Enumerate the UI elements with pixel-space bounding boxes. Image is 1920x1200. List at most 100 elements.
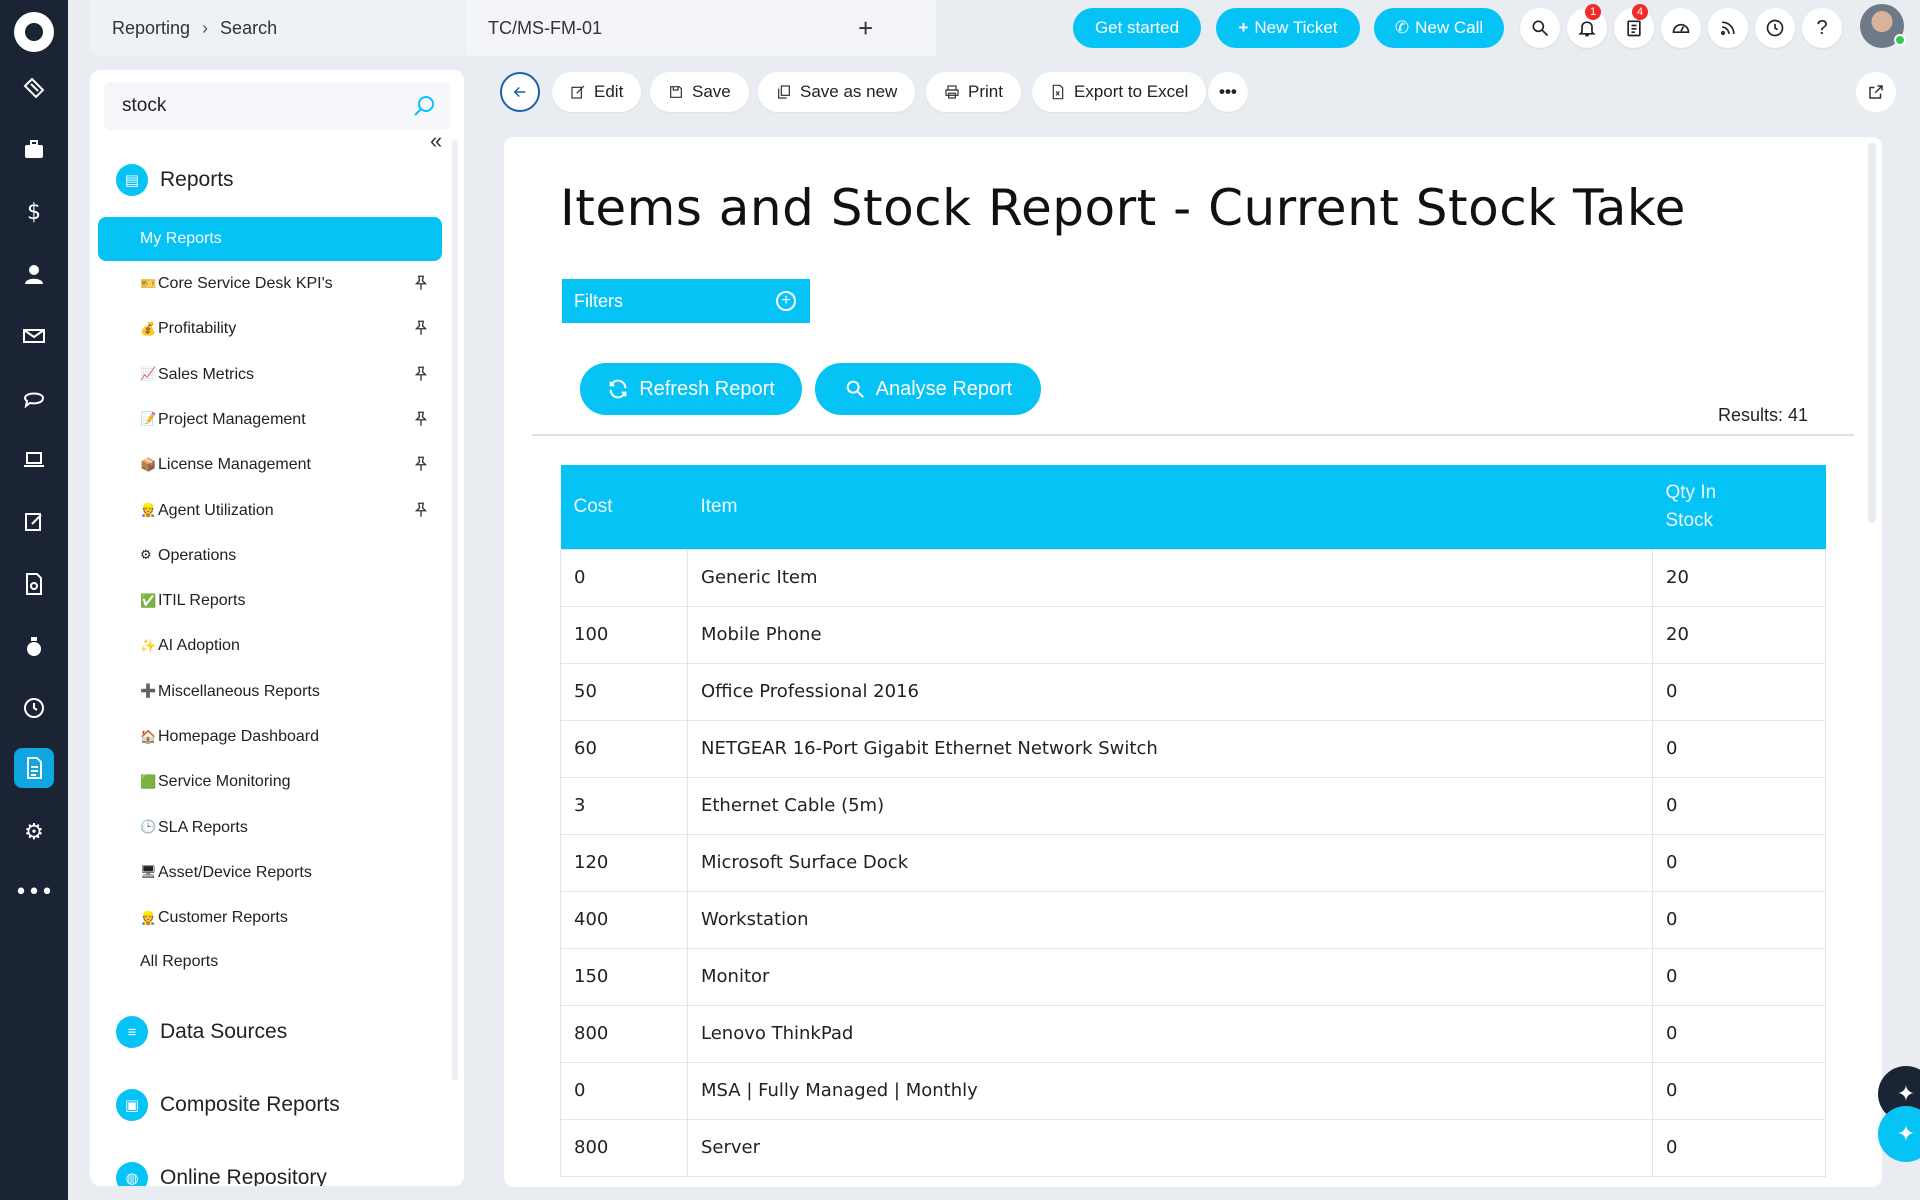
pin-icon[interactable] [412,365,430,383]
dollar-icon[interactable]: $ [14,192,54,232]
sidebar-item-my-reports[interactable]: My Reports [98,217,442,261]
table-row[interactable]: 120 Microsoft Surface Dock 0 [560,833,1826,892]
notifications-button[interactable]: 1 [1567,4,1607,48]
document-search-icon[interactable] [14,564,54,604]
sidebar-item-report-category[interactable]: 💰 Profitability [140,315,440,343]
sidebar-item-report-category[interactable]: 📦 License Management [140,451,440,479]
column-header-cost[interactable]: Cost [560,465,688,549]
sidebar-item-report-category[interactable]: ⚙ Operations [140,542,440,570]
save-icon [670,86,682,98]
refresh-report-button[interactable]: Refresh Report [580,363,802,415]
pin-icon[interactable] [412,501,430,519]
user-avatar[interactable] [1860,4,1906,48]
sidebar-item-report-category[interactable]: 🟩 Service Monitoring [140,768,440,796]
save-button[interactable]: Save [650,72,749,112]
new-call-button[interactable]: ✆ New Call [1374,8,1504,48]
category-emoji-icon: ➕ [140,684,157,700]
edit-note-icon[interactable] [14,502,54,542]
table-row[interactable]: 400 Workstation 0 [560,890,1826,949]
sidebar-item-report-category[interactable]: 👷 Agent Utilization [140,497,440,525]
data-sources-section[interactable]: ≡ Data Sources [116,1016,287,1048]
table-row[interactable]: 0 MSA | Fully Managed | Monthly 0 [560,1061,1826,1120]
sidebar-item-report-category[interactable]: 🏠 Homepage Dashboard [140,723,440,751]
tickets-icon[interactable] [14,68,54,108]
external-link-icon [1869,85,1883,99]
add-tab-button[interactable]: + [858,13,873,44]
money-bag-icon[interactable] [14,626,54,666]
sidebar-scrollbar[interactable] [452,140,458,1080]
new-ticket-button[interactable]: + New Ticket [1216,8,1360,48]
pin-icon[interactable] [412,410,430,428]
refresh-report-label: Refresh Report [639,377,775,400]
clock-icon[interactable] [14,688,54,728]
help-button[interactable]: ? [1802,8,1842,48]
report-search-input[interactable] [122,92,392,120]
sidebar-item-report-category[interactable]: ✨ AI Adoption [140,632,440,660]
open-in-new-window-button[interactable] [1856,72,1896,112]
briefcase-icon[interactable] [14,130,54,170]
global-search-button[interactable] [1520,8,1560,48]
tasks-button[interactable]: 4 [1614,4,1654,48]
report-scrollbar[interactable] [1868,143,1876,523]
table-row[interactable]: 800 Server 0 [560,1118,1826,1177]
save-label: Save [692,82,731,101]
composite-reports-section[interactable]: ▣ Composite Reports [116,1089,340,1121]
chat-icon[interactable] [14,378,54,418]
dashboard-button[interactable] [1661,8,1701,48]
reports-icon[interactable] [14,748,54,788]
sidebar-item-report-category[interactable]: 📝 Project Management [140,406,440,434]
ai-copilot-button[interactable]: ✦ [1878,1106,1920,1162]
online-repository-section[interactable]: ◍ Online Repository [116,1162,327,1186]
pin-icon[interactable] [412,274,430,292]
search-icon[interactable] [412,94,436,118]
column-header-item[interactable]: Item [687,465,1653,549]
sidebar-item-label: ITIL Reports [158,592,246,610]
breadcrumb-search[interactable]: Search [220,18,277,39]
timesheet-button[interactable] [1755,8,1795,48]
analyse-report-button[interactable]: Analyse Report [815,363,1041,415]
app-logo-icon[interactable] [14,12,54,52]
user-icon[interactable] [14,254,54,294]
print-button[interactable]: Print [926,72,1021,112]
cell-qty: 0 [1652,1061,1826,1120]
reports-section-header[interactable]: ▤ Reports [116,164,234,196]
sidebar-item-all-reports[interactable]: All Reports [140,948,440,976]
sidebar-item-report-category[interactable]: 🕒 SLA Reports [140,814,440,842]
table-row[interactable]: 60 NETGEAR 16-Port Gigabit Ethernet Netwo… [560,719,1826,778]
feed-button[interactable] [1708,8,1748,48]
clipboard-icon [1627,20,1641,37]
more-actions-button[interactable]: ••• [1208,72,1248,112]
cell-item: Workstation [687,890,1653,949]
table-row[interactable]: 800 Lenovo ThinkPad 0 [560,1004,1826,1063]
more-dots-icon[interactable]: ••• [14,872,54,912]
table-row[interactable]: 150 Monitor 0 [560,947,1826,1006]
sidebar-item-report-category[interactable]: 🎫 Core Service Desk KPI's [140,270,440,298]
pin-icon[interactable] [412,319,430,337]
back-button[interactable] [500,72,540,112]
get-started-button[interactable]: Get started [1073,8,1201,48]
sidebar-item-report-category[interactable]: 📈 Sales Metrics [140,361,440,389]
save-as-new-button[interactable]: Save as new [758,72,916,112]
table-row[interactable]: 3 Ethernet Cable (5m) 0 [560,776,1826,835]
sidebar-item-report-category[interactable]: 👷 Customer Reports [140,904,440,932]
mail-icon[interactable] [14,316,54,356]
sidebar-item-report-category[interactable]: 🖥 Asset/Device Reports [140,859,440,887]
settings-gear-icon[interactable]: ⚙ [14,812,54,852]
sidebar-item-report-category[interactable]: ✅ ITIL Reports [140,587,440,615]
export-excel-button[interactable]: Export to Excel [1032,72,1207,112]
sparkle-icon: ✦ [1896,1081,1916,1107]
breadcrumb-reporting[interactable]: Reporting [112,18,190,39]
sidebar-item-report-category[interactable]: ➕ Miscellaneous Reports [140,678,440,706]
table-row[interactable]: 100 Mobile Phone 20 [560,605,1826,664]
table-row[interactable]: 0 Generic Item 20 [560,548,1826,607]
edit-button[interactable]: Edit [552,72,642,112]
cell-cost: 60 [560,719,688,778]
column-header-qty[interactable]: Qty In Stock [1652,465,1826,549]
tab-current[interactable]: TC/MS-FM-01 [488,18,602,39]
filters-toggle[interactable]: Filters + [562,279,810,323]
collapse-sidebar-button[interactable]: « [430,128,442,154]
table-row[interactable]: 50 Office Professional 2016 0 [560,662,1826,721]
pin-icon[interactable] [412,455,430,473]
laptop-icon[interactable] [14,440,54,480]
search-icon [1532,20,1549,37]
